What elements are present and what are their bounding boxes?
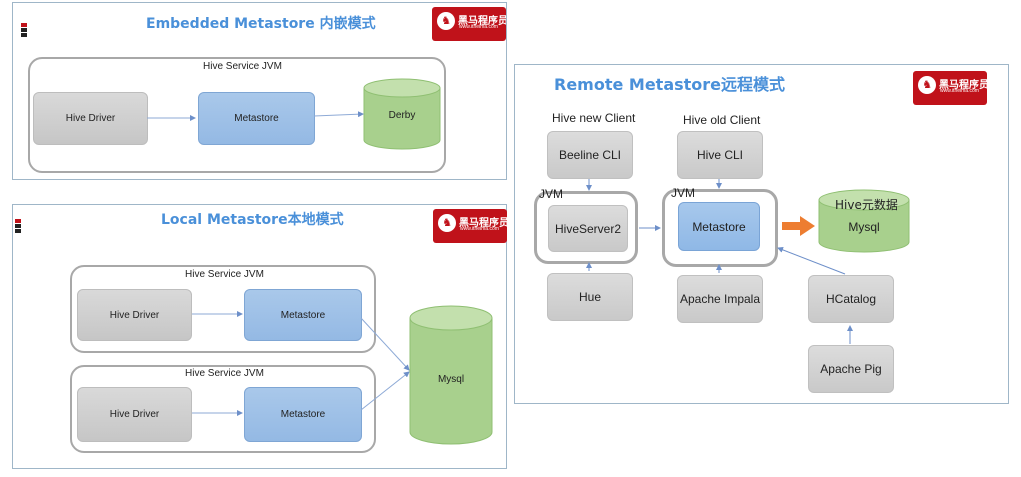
local-mysql-label: Mysql (437, 374, 465, 385)
embedded-metastore-to-derby-arrow (313, 111, 364, 118)
metastore-to-mysql-arrow (782, 216, 815, 236)
embedded-derby-label: Derby (388, 110, 416, 121)
hcatalog-to-metastore-arrow (777, 247, 846, 275)
remote-mysql-label: Mysql (848, 220, 880, 234)
local-metastore1-to-mysql-arrow (360, 317, 410, 371)
remote-db-label: Hive元数据 (835, 198, 898, 212)
diagram-overlay (147, 78, 910, 445)
local-metastore2-to-mysql-arrow (360, 371, 410, 411)
